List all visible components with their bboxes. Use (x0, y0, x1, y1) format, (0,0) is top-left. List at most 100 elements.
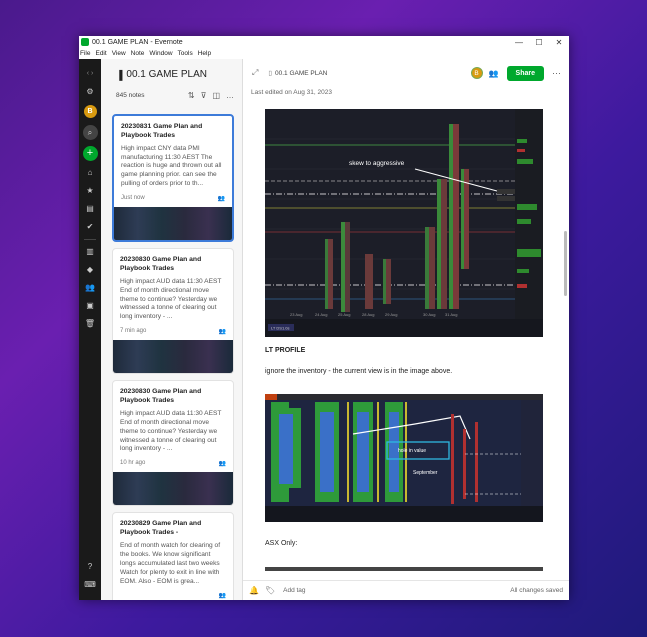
note-more-icon[interactable]: ··· (552, 68, 561, 78)
note-card-title: 20230831 Game Plan and Playbook Trades (121, 123, 203, 139)
note-card[interactable]: 20230830 Game Plan and Playbook Trades Hi… (112, 248, 234, 375)
close-button[interactable]: ✕ (549, 38, 569, 47)
note-card-thumbnail (113, 472, 233, 506)
note-editor: ⤢ ▯ 00.1 GAME PLAN B 👥 Share ··· Last ed… (243, 59, 569, 600)
menu-window[interactable]: Window (149, 50, 172, 57)
note-card-time: 7 min ago (120, 328, 147, 335)
chart2-annotation-september: September (413, 470, 438, 476)
help-icon[interactable]: ? (84, 561, 96, 573)
tags-icon[interactable]: ◆ (84, 264, 96, 276)
notebook-header: ▐ 00.1 GAME PLAN (116, 69, 234, 80)
note-card-thumbnail (114, 207, 232, 241)
notebook-title: 00.1 GAME PLAN (126, 69, 207, 80)
editor-footer: 🔔 🏷 Add tag All changes saved (243, 580, 569, 600)
collaborator-avatar[interactable]: B (470, 67, 483, 79)
shared-icon: 👥 (218, 593, 226, 600)
note-card-title: 20230829 Game Plan and Playbook Trades - (120, 520, 202, 537)
expand-icon[interactable]: ⤢ (252, 68, 258, 78)
heading-lt-profile: LT PROFILE (265, 347, 306, 354)
note-card[interactable]: 20230830 Game Plan and Playbook Trades Hi… (112, 380, 234, 507)
tag-icon[interactable]: 🏷 (265, 586, 275, 595)
search-icon[interactable]: ⌕ (82, 125, 98, 140)
filter-icon[interactable]: ⊽ (201, 91, 207, 100)
note-card-time: 10 hr ago (120, 460, 146, 467)
note-card-snippet: High impact AUD data 11:30 AEST End of m… (120, 409, 222, 453)
note-card-title: 20230830 Game Plan and Playbook Trades (120, 256, 202, 272)
nav-rail: ‹ › ⚙ B ⌕ + ⌂ ★ ▤ ✔ ▥ ◆ 👥 ▣ 🗑 ? ⌨ (79, 59, 101, 600)
notebooks-icon[interactable]: ▥ (84, 246, 96, 258)
shortcuts-star-icon[interactable]: ★ (84, 185, 96, 197)
note-card-snippet: End of month watch for clearing of the b… (120, 541, 221, 585)
nav-divider (84, 239, 96, 240)
chart-screenshot-profile: hole in value September (265, 394, 543, 522)
chart1-date: 29 Aug (385, 312, 397, 317)
notebook-small-icon: ▯ (268, 70, 272, 77)
chart-screenshot-asx (265, 567, 543, 571)
note-card-time: Just now (121, 195, 145, 202)
minimize-button[interactable]: — (509, 38, 529, 47)
note-card[interactable]: 20230831 Game Plan and Playbook Trades Hi… (112, 114, 234, 243)
last-edited: Last edited on Aug 31, 2023 (251, 89, 332, 96)
menu-bar: File Edit View Note Window Tools Help (79, 48, 569, 59)
note-card-snippet: High impact CNY data PMI manufacturing 1… (121, 144, 222, 188)
chart1-date: 23 Aug (290, 312, 302, 317)
menu-tools[interactable]: Tools (178, 50, 193, 57)
note-content[interactable]: skew to aggressive LT DS1.0s 23 Aug 24 A… (265, 109, 543, 571)
shared-people-icon[interactable]: 👥 (489, 69, 499, 78)
menu-edit[interactable]: Edit (95, 50, 106, 57)
notes-icon[interactable]: ▤ (84, 203, 96, 215)
save-status: All changes saved (510, 587, 563, 594)
home-icon[interactable]: ⌂ (84, 167, 96, 179)
maximize-button[interactable]: ☐ (529, 38, 549, 47)
new-note-plus-icon[interactable]: + (82, 146, 98, 161)
account-avatar[interactable]: B (83, 105, 97, 118)
back-forward-icon[interactable]: ‹ › (84, 68, 96, 80)
chart2-annotation-hole: hole in value (398, 448, 426, 454)
tasks-check-icon[interactable]: ✔ (84, 221, 96, 233)
menu-view[interactable]: View (112, 50, 126, 57)
shared-icon: 👥 (217, 196, 225, 203)
note-count: 845 notes (116, 92, 145, 99)
chart1-date: 28 Aug (362, 312, 374, 317)
chart-screenshot-orderflow: skew to aggressive LT DS1.0s 23 Aug 24 A… (265, 109, 543, 337)
evernote-window: 00.1 GAME PLAN - Evernote — ☐ ✕ File Edi… (79, 36, 569, 600)
notebook-icon: ▐ (116, 69, 123, 80)
menu-help[interactable]: Help (198, 50, 211, 57)
chart1-date: 25 Aug (338, 312, 350, 317)
chart1-annotation: skew to aggressive (349, 160, 405, 167)
window-title: 00.1 GAME PLAN - Evernote (92, 38, 183, 46)
add-tag-input[interactable]: Add tag (283, 587, 305, 594)
settings-gear-icon[interactable]: ⚙ (84, 86, 96, 98)
shared-icon: 👥 (218, 461, 226, 468)
profile-chart-image: hole in value September (265, 394, 543, 522)
editor-toolbar: ⤢ ▯ 00.1 GAME PLAN B 👥 Share ··· (243, 59, 569, 87)
sort-icon[interactable]: ⇅ (188, 91, 195, 100)
view-options-icon[interactable]: ◫ (212, 91, 220, 100)
note-card-snippet: High impact AUD data 11:30 AEST End of m… (120, 277, 222, 321)
evernote-logo-icon (81, 38, 89, 46)
chart1-date: 31 Aug (445, 312, 457, 317)
chart1-date: 24 Aug (315, 312, 327, 317)
title-bar: 00.1 GAME PLAN - Evernote — ☐ ✕ (79, 36, 569, 48)
menu-file[interactable]: File (80, 50, 90, 57)
orderflow-chart-image: skew to aggressive LT DS1.0s 23 Aug 24 A… (265, 109, 543, 337)
share-button[interactable]: Share (506, 65, 544, 81)
heading-asx-only: ASX Only: (265, 540, 298, 547)
paragraph-inventory: ignore the inventory - the current view … (265, 368, 453, 375)
spaces-icon[interactable]: ▣ (84, 300, 96, 312)
more-options-icon[interactable]: … (226, 91, 234, 100)
note-card[interactable]: 20230829 Game Plan and Playbook Trades -… (112, 512, 234, 600)
shared-icon: 👥 (218, 329, 226, 336)
breadcrumb[interactable]: 00.1 GAME PLAN (275, 70, 327, 77)
keyboard-icon[interactable]: ⌨ (84, 579, 96, 591)
note-card-thumbnail (113, 340, 233, 374)
note-card-title: 20230830 Game Plan and Playbook Trades (120, 388, 202, 405)
note-cards: 20230831 Game Plan and Playbook Trades Hi… (112, 114, 234, 600)
trash-icon[interactable]: 🗑 (84, 318, 96, 330)
chart1-tag: LT DS1.0s (271, 326, 290, 331)
shared-people-icon[interactable]: 👥 (84, 282, 96, 294)
reminder-bell-icon[interactable]: 🔔 (249, 586, 259, 595)
chart1-date: 30 Aug (423, 312, 435, 317)
editor-scrollbar[interactable] (564, 231, 567, 296)
menu-note[interactable]: Note (131, 50, 145, 57)
